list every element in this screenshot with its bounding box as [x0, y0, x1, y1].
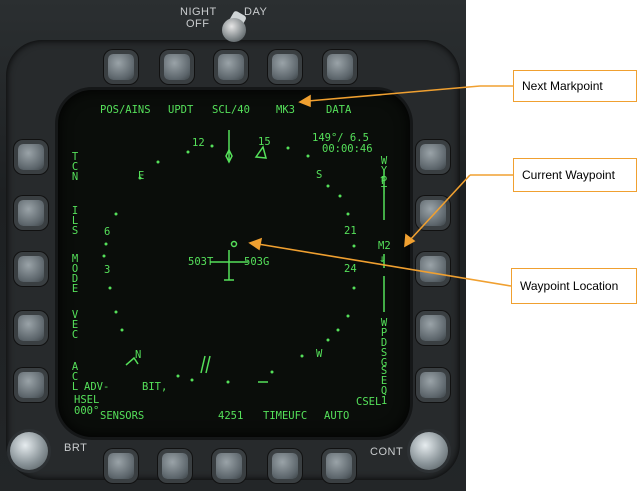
callout-waypoint-location: Waypoint Location	[511, 268, 637, 304]
callout-next-markpoint: Next Markpoint	[513, 70, 637, 102]
callout-current-waypoint: Current Waypoint	[513, 158, 637, 192]
